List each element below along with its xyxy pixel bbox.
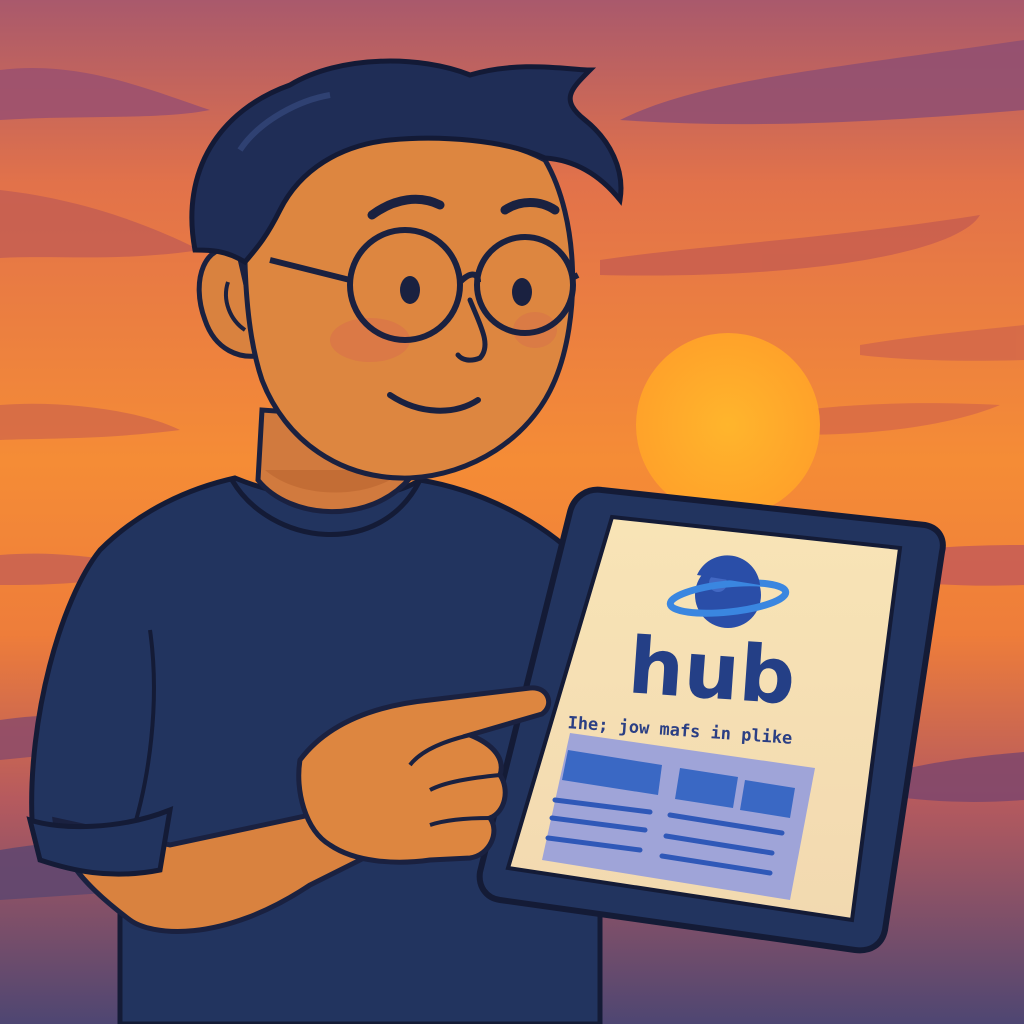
app-title: hub <box>625 621 798 722</box>
eye-right <box>512 278 532 306</box>
eye-left <box>400 276 420 304</box>
sun <box>636 333 820 517</box>
illustration: hub Ihe; jow mafs in plike <box>0 0 1024 1024</box>
